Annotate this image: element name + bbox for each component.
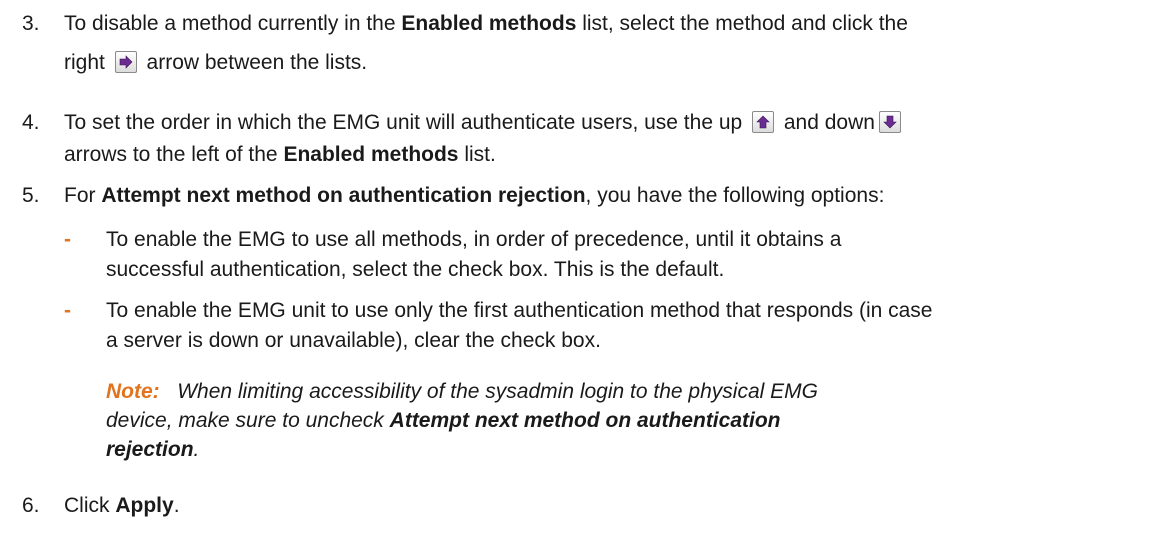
step-text: To set the order in which the EMG unit w… xyxy=(64,107,905,171)
step-number: 3. xyxy=(22,12,40,35)
ui-term-apply: Apply xyxy=(115,494,174,517)
bullet-dash: - xyxy=(64,299,71,322)
bullet-dash: - xyxy=(64,228,71,251)
step-number: 6. xyxy=(22,494,40,517)
right-arrow-icon xyxy=(114,51,137,73)
step-text: To disable a method currently in the Ena… xyxy=(64,12,908,74)
note-label: Note: xyxy=(106,380,160,403)
document-page: 3. To disable a method currently in the … xyxy=(0,0,1163,539)
down-arrow-icon xyxy=(878,111,901,133)
bullet-text: To enable the EMG to use all methods, in… xyxy=(106,228,842,281)
ui-term-attempt-next-method: Attempt next method on authentication xyxy=(389,409,781,432)
step-number: 4. xyxy=(22,111,40,134)
step-text: Click Apply. xyxy=(64,494,180,517)
up-arrow-icon xyxy=(752,111,775,133)
bullet-text: To enable the EMG unit to use only the f… xyxy=(106,299,933,352)
ui-term-attempt-next-method: Attempt next method on authentication re… xyxy=(101,184,586,207)
step-text: For Attempt next method on authenticatio… xyxy=(64,184,885,207)
step-number: 5. xyxy=(22,184,40,207)
ui-term-enabled-methods: Enabled methods xyxy=(283,143,459,166)
ui-term-enabled-methods: Enabled methods xyxy=(401,12,577,35)
note-block: Note: When limiting accessibility of the… xyxy=(106,380,818,461)
